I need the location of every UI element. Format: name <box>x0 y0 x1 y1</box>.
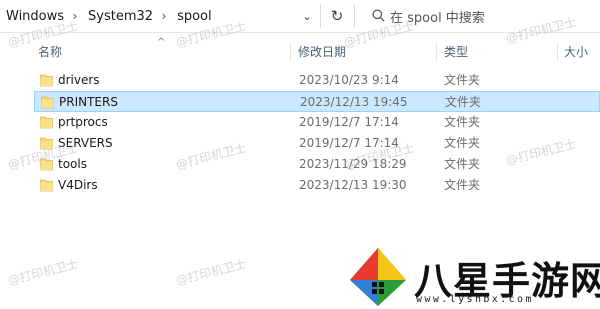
column-header: 名称 修改日期 类型 大小 <box>0 42 600 62</box>
column-header-modified[interactable]: 修改日期 <box>298 42 346 62</box>
file-type: 文件夹 <box>444 136 481 150</box>
refresh-icon: ↻ <box>330 7 344 25</box>
folder-icon <box>41 96 54 109</box>
folder-icon <box>40 137 53 150</box>
list-item[interactable]: prtprocs 2019/12/7 17:14 文件夹 <box>34 112 600 133</box>
list-item[interactable]: V4Dirs 2023/12/13 19:30 文件夹 <box>34 175 600 196</box>
search-icon <box>360 3 390 29</box>
breadcrumb-spool[interactable]: spool <box>171 9 216 24</box>
watermark: @打印机卫士 <box>174 256 248 288</box>
file-modified: 2023/12/13 19:45 <box>300 95 408 109</box>
chevron-right-icon[interactable]: › <box>68 9 82 23</box>
address-history-dropdown[interactable]: ⌄ <box>296 4 318 28</box>
file-name: prtprocs <box>58 115 108 129</box>
list-item[interactable]: tools 2023/11/29 18:29 文件夹 <box>34 154 600 175</box>
folder-icon <box>40 74 53 87</box>
column-header-name[interactable]: 名称 <box>38 42 62 62</box>
breadcrumb[interactable]: Windows › System32 › spool <box>0 2 318 30</box>
file-modified: 2023/10/23 9:14 <box>299 73 399 87</box>
file-name: SERVERS <box>58 136 113 150</box>
search-input[interactable]: 在 spool 中搜索 <box>360 3 600 29</box>
column-divider[interactable] <box>290 42 291 62</box>
file-type: 文件夹 <box>444 115 481 129</box>
file-modified: 2019/12/7 17:14 <box>299 115 399 129</box>
column-header-size[interactable]: 大小 <box>564 42 588 62</box>
divider <box>354 4 355 28</box>
list-item-selected[interactable]: PRINTERS 2023/12/13 19:45 文件夹 <box>34 91 600 112</box>
column-header-type[interactable]: 类型 <box>444 42 468 62</box>
list-item[interactable]: SERVERS 2019/12/7 17:14 文件夹 <box>34 133 600 154</box>
chevron-down-icon: ⌄ <box>302 9 312 23</box>
column-divider[interactable] <box>436 42 437 62</box>
watermark: @打印机卫士 <box>6 256 80 288</box>
file-name: tools <box>58 157 87 171</box>
folder-icon <box>40 158 53 171</box>
logo-emblem-icon <box>350 248 406 306</box>
logo-url: www.lyshbx.com <box>416 294 534 305</box>
folder-icon <box>40 179 53 192</box>
file-name: PRINTERS <box>59 95 118 109</box>
breadcrumb-windows[interactable]: Windows <box>0 9 68 24</box>
file-type: 文件夹 <box>444 73 481 87</box>
file-type: 文件夹 <box>444 157 481 171</box>
file-type: 文件夹 <box>444 178 481 192</box>
file-type: 文件夹 <box>445 95 482 109</box>
site-logo: 八星手游网 www.lyshbx.com <box>346 244 600 309</box>
file-modified: 2023/12/13 19:30 <box>299 178 407 192</box>
search-placeholder: 在 spool 中搜索 <box>390 10 485 26</box>
file-modified: 2019/12/7 17:14 <box>299 136 399 150</box>
divider <box>320 4 321 28</box>
column-divider[interactable] <box>557 42 558 62</box>
file-modified: 2023/11/29 18:29 <box>299 157 407 171</box>
breadcrumb-system32[interactable]: System32 <box>82 9 157 24</box>
folder-icon <box>40 116 53 129</box>
address-bar: Windows › System32 › spool ⌄ ↻ 在 spool 中… <box>0 0 600 33</box>
chevron-right-icon[interactable]: › <box>157 9 171 23</box>
file-explorer-window: Windows › System32 › spool ⌄ ↻ 在 spool 中… <box>0 0 600 309</box>
file-name: V4Dirs <box>58 178 98 192</box>
refresh-button[interactable]: ↻ <box>326 4 348 28</box>
list-item[interactable]: drivers 2023/10/23 9:14 文件夹 <box>34 70 600 91</box>
file-name: drivers <box>58 73 100 87</box>
